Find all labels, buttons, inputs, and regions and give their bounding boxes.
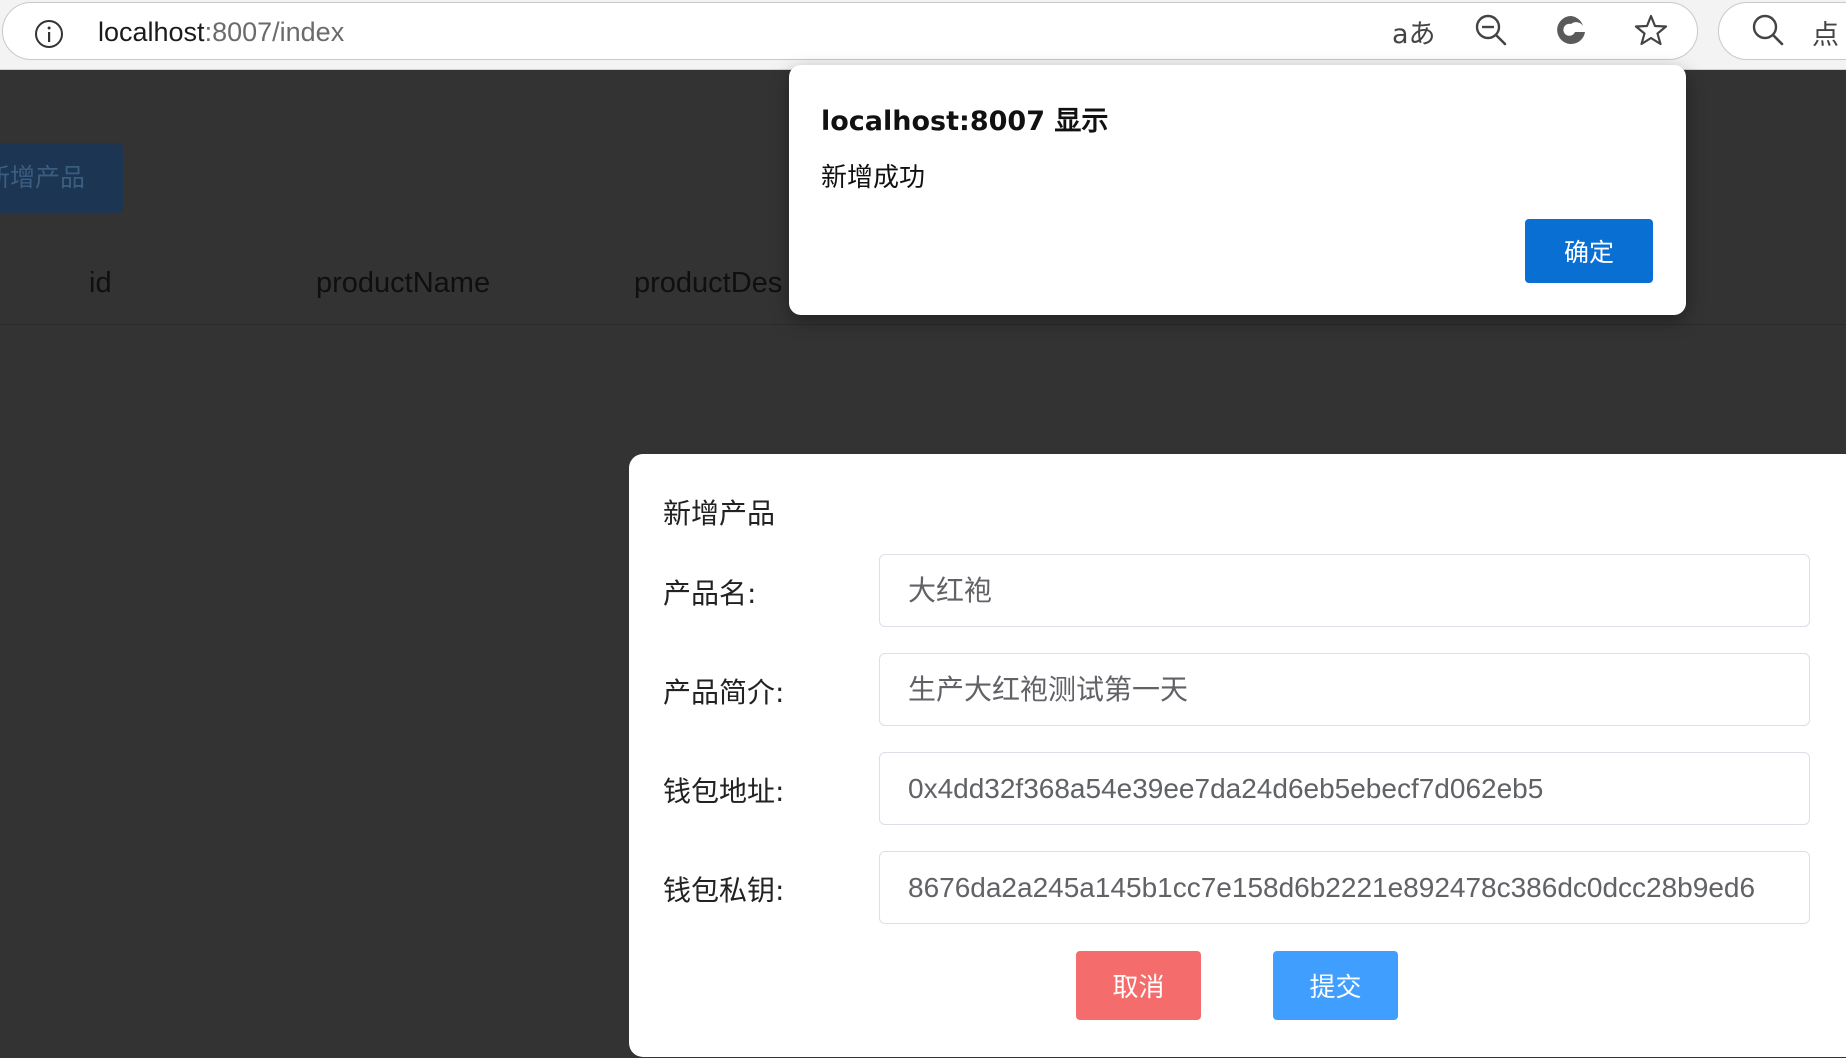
wallet-private-key-label: 钱包私钥: [663, 874, 785, 907]
add-product-button[interactable]: 新增产品 [0, 143, 123, 213]
column-header-id: id [89, 267, 112, 299]
page: localhost:8007/index aあ 点 新增产品 id produc… [0, 0, 1846, 1058]
column-header-product-des: productDes [634, 267, 783, 299]
info-icon[interactable] [33, 18, 65, 50]
wallet-address-input[interactable]: 0x4dd32f368a54e39ee7da24d6eb5ebecf7d062e… [879, 752, 1810, 825]
product-description-input[interactable]: 生产大红袍测试第一天 [879, 653, 1810, 726]
product-name-input[interactable]: 大红袍 [879, 554, 1810, 627]
read-aloud-icon[interactable]: aあ [1392, 12, 1436, 51]
product-name-label: 产品名: [663, 577, 757, 610]
submit-button[interactable]: 提交 [1273, 951, 1398, 1020]
alert-message: 新增成功 [821, 163, 926, 193]
url-path: :8007/index [204, 17, 345, 47]
address-bar[interactable]: localhost:8007/index [2, 2, 1698, 60]
wallet-private-key-input[interactable]: 8676da2a245a145b1cc7e158d6b2221e892478c3… [879, 851, 1810, 924]
alert-title: localhost:8007 显示 [821, 106, 1109, 137]
modal-title: 新增产品 [663, 497, 776, 530]
cancel-button[interactable]: 取消 [1076, 951, 1201, 1020]
search-hint-text: 点 [1812, 20, 1839, 51]
url-text[interactable]: localhost:8007/index [98, 17, 344, 48]
wallet-address-label: 钱包地址: [663, 775, 785, 808]
alert-ok-button[interactable]: 确定 [1525, 219, 1653, 283]
favorite-star-icon[interactable] [1633, 12, 1669, 48]
edge-copilot-icon[interactable] [1553, 12, 1589, 48]
alert-dialog: localhost:8007 显示 新增成功 确定 [789, 65, 1686, 315]
add-product-modal: 新增产品 产品名: 大红袍 产品简介: 生产大红袍测试第一天 钱包地址: 0x4… [629, 454, 1846, 1057]
zoom-out-icon[interactable] [1473, 12, 1509, 48]
column-header-product-name: productName [316, 267, 491, 299]
browser-toolbar: localhost:8007/index aあ 点 [0, 0, 1846, 70]
search-icon[interactable] [1750, 12, 1786, 48]
url-host: localhost [98, 17, 205, 47]
product-description-label: 产品简介: [663, 676, 785, 709]
